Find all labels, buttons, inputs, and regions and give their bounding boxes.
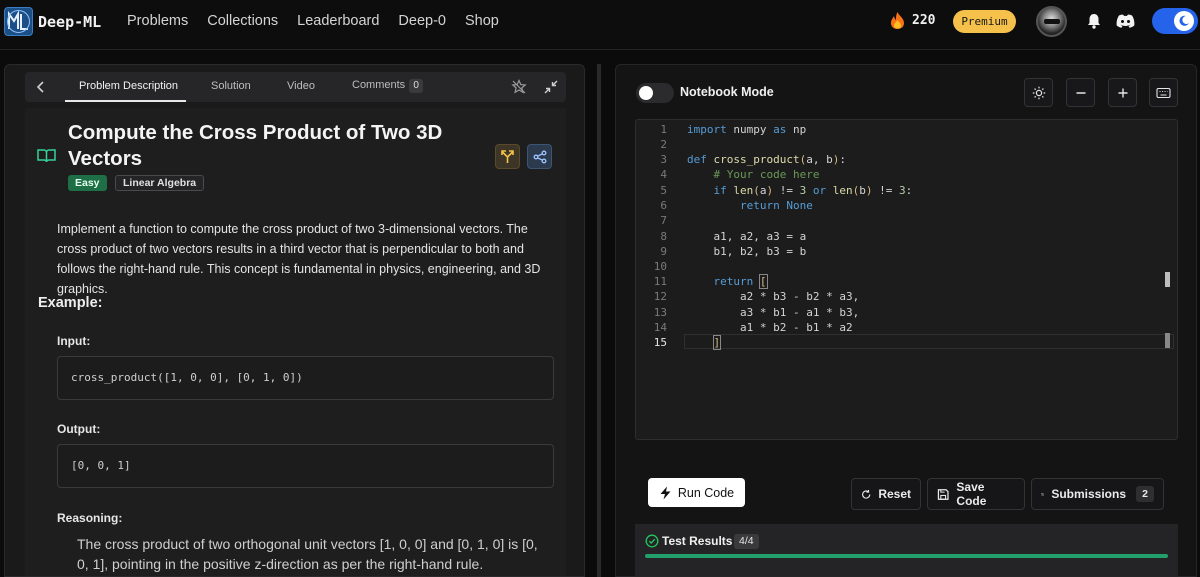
- reasoning-text: The cross product of two orthogonal unit…: [77, 536, 538, 572]
- current-line-highlight: [684, 334, 1174, 349]
- submissions-label: Submissions: [1051, 487, 1126, 501]
- scroll-marker: [1165, 272, 1170, 287]
- theme-toggle[interactable]: [1152, 8, 1198, 34]
- discord-icon[interactable]: [1115, 11, 1135, 31]
- nav-link-collections[interactable]: Collections: [207, 13, 278, 29]
- brightness-button[interactable]: [1024, 78, 1053, 107]
- zoom-out-button[interactable]: [1066, 78, 1095, 107]
- example-heading: Example:: [38, 295, 103, 311]
- tab-solution[interactable]: Solution: [211, 80, 251, 92]
- editor-panel: Notebook Mode 1 2 3 4 5 6 7 8 9 10 11 12 13 14 15 impo…: [615, 64, 1197, 577]
- share-button[interactable]: [527, 144, 552, 169]
- streak-counter[interactable]: 220: [889, 11, 935, 30]
- problem-title: Compute the Cross Product of Two 3D Vect…: [68, 121, 443, 170]
- reset-label: Reset: [878, 487, 911, 501]
- nav-link-deep-0[interactable]: Deep-0: [398, 13, 446, 29]
- reasoning-label: Reasoning:: [57, 511, 123, 525]
- minimize-icon[interactable]: [543, 79, 559, 95]
- keyboard-icon: [1156, 87, 1171, 98]
- problem-panel: Problem Description Solution Video Comme…: [4, 64, 585, 577]
- test-progress-fill: [645, 554, 1168, 558]
- test-progress-bar: [645, 554, 1168, 558]
- bell-icon[interactable]: [1084, 11, 1104, 31]
- keyboard-shortcuts-button[interactable]: [1149, 78, 1178, 107]
- share-icon: [533, 150, 546, 163]
- nav-links: Problems Collections Leaderboard Deep-0 …: [127, 13, 518, 29]
- split-icon: [501, 150, 514, 163]
- logo-icon: [7, 10, 30, 33]
- input-code-box: cross_product([1, 0, 0], [0, 1, 0]): [57, 356, 554, 400]
- nav-link-shop[interactable]: Shop: [465, 13, 499, 29]
- fire-icon: [891, 12, 904, 29]
- book-open-icon: [37, 149, 56, 163]
- run-code-label: Run Code: [677, 485, 735, 500]
- run-code-button[interactable]: Run Code: [648, 478, 745, 507]
- problem-tabbar: Problem Description Solution Video Comme…: [25, 72, 566, 102]
- deep-ml-logo[interactable]: [4, 7, 33, 36]
- save-icon: [937, 488, 949, 500]
- test-results-panel: Test Results 4/4: [635, 524, 1178, 576]
- history-icon: [1041, 492, 1044, 496]
- premium-badge[interactable]: Premium: [953, 10, 1016, 33]
- fork-button[interactable]: [495, 144, 520, 169]
- plus-icon: [1118, 88, 1127, 97]
- topic-badge[interactable]: Linear Algebra: [115, 175, 205, 191]
- tab-problem-description[interactable]: Problem Description: [79, 80, 178, 92]
- minus-icon: [1076, 91, 1085, 94]
- problem-content: Compute the Cross Product of Two 3D Vect…: [25, 108, 566, 576]
- tab-comments-label: Comments: [352, 79, 406, 91]
- save-code-button[interactable]: Save Code: [927, 478, 1025, 510]
- nav-link-problems[interactable]: Problems: [127, 13, 188, 29]
- active-tab-indicator: [65, 100, 186, 102]
- submissions-button[interactable]: Submissions 2: [1031, 478, 1164, 510]
- streak-count: 220: [912, 13, 936, 28]
- refresh-icon: [862, 489, 871, 499]
- top-nav: Deep-ML Problems Collections Leaderboard…: [0, 0, 1200, 50]
- lightning-icon: [660, 486, 671, 499]
- test-results-title[interactable]: Test Results: [662, 534, 732, 548]
- tab-comments[interactable]: Comments 0: [352, 79, 424, 93]
- difficulty-badge: Easy: [68, 175, 107, 191]
- brand-name[interactable]: Deep-ML: [38, 13, 101, 31]
- test-results-count: 4/4: [734, 534, 759, 549]
- moon-icon: [1174, 11, 1194, 31]
- save-code-label: Save Code: [956, 480, 987, 508]
- problem-description: Implement a function to compute the cros…: [57, 222, 541, 296]
- code-editor[interactable]: 1 2 3 4 5 6 7 8 9 10 11 12 13 14 15 import numpy as np…: [635, 119, 1178, 440]
- nav-link-leaderboard[interactable]: Leaderboard: [297, 13, 379, 29]
- star-off-icon[interactable]: [511, 79, 527, 95]
- tab-video[interactable]: Video: [287, 80, 315, 92]
- notebook-mode-label: Notebook Mode: [680, 85, 774, 99]
- output-label: Output:: [57, 422, 101, 436]
- notebook-mode-toggle[interactable]: [636, 83, 674, 103]
- zoom-in-button[interactable]: [1108, 78, 1137, 107]
- scroll-marker: [1165, 333, 1170, 348]
- comments-count-badge: 0: [409, 79, 424, 93]
- submissions-count: 2: [1136, 486, 1154, 502]
- check-circle-icon: [645, 534, 659, 548]
- reset-button[interactable]: Reset: [851, 478, 921, 510]
- panel-resize-handle[interactable]: [597, 64, 601, 577]
- avatar[interactable]: [1036, 6, 1067, 37]
- chevron-left-icon[interactable]: [33, 79, 49, 95]
- input-label: Input:: [57, 334, 91, 348]
- output-code-box: [0, 0, 1]: [57, 444, 554, 488]
- sun-icon: [1032, 86, 1045, 99]
